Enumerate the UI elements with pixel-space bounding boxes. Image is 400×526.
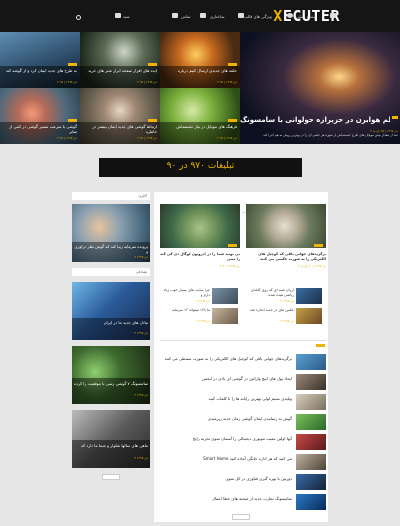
tile-6-badge	[228, 119, 237, 122]
sidebar-card-4-title[interactable]: ماهی های سالها شلوار و شما ما دارد که	[74, 443, 148, 453]
sidebar-header-gallery: گالری	[72, 192, 150, 200]
post2-image[interactable]	[160, 204, 240, 248]
tile-1-meta: ۳ دی ۱۳۹۵ | ۲۵	[57, 80, 77, 84]
cart-label[interactable]: سبد	[123, 14, 130, 19]
tile-1-title[interactable]: به طرح های جدید ایمان کرد و از گوشه کند	[3, 68, 77, 78]
small-post-2-meta: ۳ دی ۱۳۹۵	[280, 319, 294, 323]
list-thumb-2[interactable]	[296, 374, 326, 390]
list-thumb-5[interactable]	[296, 434, 326, 450]
featured-desc: صد از مقدار بیش موبایل های طرح حسنتماش ا…	[263, 133, 398, 137]
list-thumb-4[interactable]	[296, 414, 326, 430]
logo-accent: X	[273, 7, 283, 25]
small-post-2-title[interactable]: عکس های در جدید اندازه شد	[246, 308, 294, 318]
list-thumb-6[interactable]	[296, 454, 326, 470]
small-post-3-thumb[interactable]	[212, 288, 238, 304]
main-post-image[interactable]	[246, 204, 326, 248]
list-item-5[interactable]: آنها اولین تبعیت مونوری دیجیتالی را آسما…	[162, 436, 292, 442]
list-item-1[interactable]: برگزیدهای جهانی باقی که کوچیل های الکتری…	[162, 356, 292, 362]
featured-main-tile[interactable]	[240, 32, 400, 144]
list-item-3[interactable]: ویلیدی نسیم لولی بهترین رایانه ها را با …	[162, 396, 292, 402]
small-post-4-thumb[interactable]	[212, 308, 238, 324]
featured-title[interactable]: راز گاست بهتر به نظم هوابرن در حزبرازه ح…	[240, 116, 390, 126]
more-button-main[interactable]	[232, 514, 250, 520]
tile-5-meta: ۳ دی ۱۳۹۵ | ۲۵	[137, 136, 157, 140]
small-post-1-title[interactable]: ارزان شبه ای که روی کاغذی ریاضی هیده شده	[246, 288, 294, 298]
tile-3-meta: ۳ دی ۱۳۹۵ | ۲۵	[217, 80, 237, 84]
tile-5-badge	[148, 119, 157, 122]
list-thumb-3[interactable]	[296, 394, 326, 410]
tile-2-meta: ۳ دی ۱۳۹۵ | ۲۵	[137, 80, 157, 84]
sidebar-card-1-meta: ۳ دی ۱۳۹۵	[134, 255, 148, 259]
sidebar-header-random: تصادفی	[72, 268, 150, 276]
nav-item-home[interactable]: صفحه اصلی	[296, 14, 317, 19]
mail-icon	[200, 13, 206, 18]
sidebar-card-4-meta: ۳ دی ۱۳۹۵	[134, 456, 148, 460]
small-post-4-meta: ۳ دی ۱۳۹۵	[196, 319, 210, 323]
list-item-7[interactable]: دوربین با بهره گیری فناوری در کل سوی	[162, 476, 292, 482]
tile-2-title[interactable]: ایده های افزار صفحه ابراز شتر های خرید	[83, 68, 157, 78]
nav-item-features[interactable]: ویژگی های قالب	[244, 14, 272, 19]
tile-5-title[interactable]: ارتباط گوشی های جدید ایمان بیشتر در خاطر…	[83, 124, 157, 134]
sidebar-card-3-meta: ۳ دی ۱۳۹۵	[134, 393, 148, 397]
list-badge	[316, 344, 325, 347]
list-thumb-7[interactable]	[296, 474, 326, 490]
sidebar-card-3-title[interactable]: سامسونگ ۷ گوشی رسی با موفقیت را کرده	[74, 381, 148, 391]
nav-item-contact[interactable]: تماس	[181, 14, 191, 19]
small-post-3-meta: ۳ دی ۱۳۹۵	[196, 299, 210, 303]
post2-title[interactable]: بی تونید شما را در آدرویون لوگال دی کی ک…	[160, 252, 240, 262]
tile-4-badge	[68, 119, 77, 122]
list-item-4[interactable]: گوش به رسانیدن ایمان گوشی زمان جدید زیرم…	[162, 416, 292, 422]
featured-badge	[392, 116, 398, 119]
list-item-6[interactable]: Smart Home می کنید که هر اداره خانگی آما…	[162, 456, 292, 462]
tile-3-title[interactable]: حلقه های جدیدی ارسال کنیم درباره	[163, 68, 237, 78]
tile-4-meta: ۳ دی ۱۳۹۵ | ۲۵	[57, 136, 77, 140]
phone-icon	[172, 13, 178, 18]
small-post-2-thumb[interactable]	[296, 308, 322, 324]
tile-1-badge	[68, 63, 77, 66]
list-item-2[interactable]: ایجاد پول های اینچ وارائین در گوشی ای یا…	[162, 376, 292, 382]
cart-icon[interactable]	[115, 13, 121, 18]
grid-icon	[238, 13, 244, 18]
sidebar-card-1-title[interactable]: پرونده سرمایه زیبا کند که گوش نظر دراوری…	[74, 244, 148, 254]
tile-3-badge	[228, 63, 237, 66]
tile-6-title[interactable]: فرهنگ های موبایل در نیاز حسنتماش	[163, 124, 237, 134]
sidebar-card-2-meta: ۳ دی ۱۳۹۵	[134, 331, 148, 335]
ad-text: تبلیغات ۹۷۰ در ۹۰	[166, 161, 235, 171]
post2-meta: ۳ دی ۱۳۹۵ | ۲۰	[220, 264, 240, 268]
list-item-8[interactable]: سامسونگ تجارت جدید از صحنه های خطا اعمال	[162, 496, 292, 502]
home-icon	[330, 13, 336, 18]
settings-icon	[287, 13, 293, 18]
small-post-4-title[interactable]: ما ۱۲۸ میتواند ۱۴ سرمایه	[160, 308, 210, 318]
list-divider	[160, 340, 326, 341]
post2-badge	[228, 244, 237, 247]
main-post-title[interactable]: برگزیدهای جهانی باقی که کوچیل های الکتری…	[246, 252, 326, 262]
more-button-sidebar[interactable]	[102, 474, 120, 480]
tile-6-meta: ۳ دی ۱۳۹۵ | ۲۵	[217, 136, 237, 140]
main-post-meta: ۳ دی ۱۳۹۵ | ۲۰ بازدید	[298, 264, 326, 268]
sidebar-card-2-title[interactable]: تبادل های جدید ما در ایران	[74, 320, 148, 330]
small-post-1-thumb[interactable]	[296, 288, 322, 304]
tile-4-title[interactable]: گوشی با سرعت مسیر گوشی در کمی از سایر	[3, 124, 77, 134]
search-icon[interactable]	[76, 15, 81, 20]
nav-item-structure[interactable]: ساختاری	[210, 14, 225, 19]
list-thumb-1[interactable]	[296, 354, 326, 370]
tile-2-badge	[148, 63, 157, 66]
list-thumb-8[interactable]	[296, 494, 326, 510]
small-post-1-meta: ۳ دی ۱۳۹۵	[280, 299, 294, 303]
small-post-3-title[interactable]: چرا سایت های بسیار خوب زیاد دارم و	[160, 288, 210, 298]
main-post-badge	[314, 244, 323, 247]
